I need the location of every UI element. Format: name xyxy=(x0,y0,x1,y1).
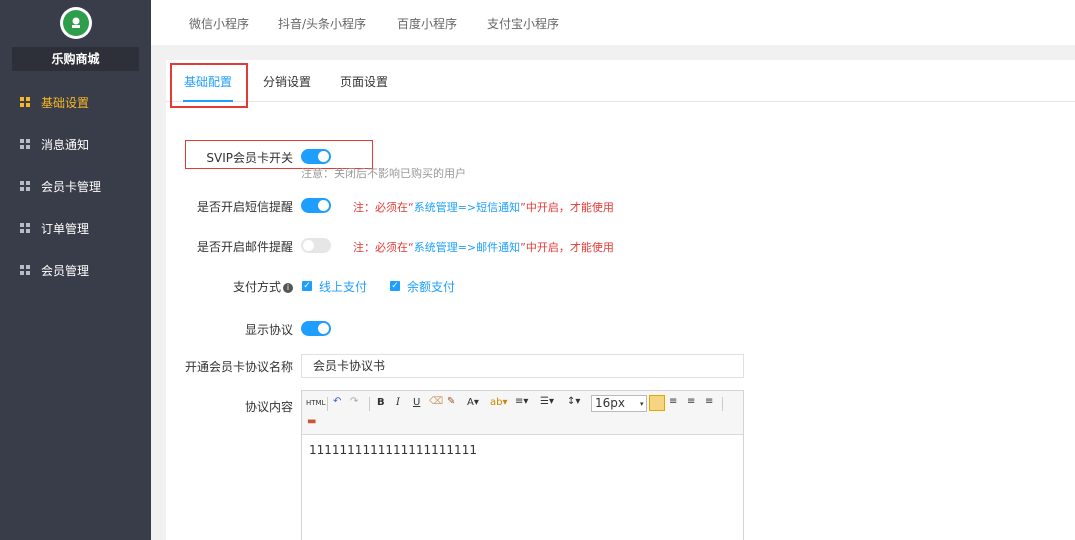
sidebar: 乐购商城 基础设置 消息通知 会员卡管理 订单管理 会员管理 xyxy=(0,0,151,540)
underline-icon[interactable]: U xyxy=(413,397,420,409)
grid-icon xyxy=(20,139,30,149)
balance-pay-label[interactable]: 余额支付 xyxy=(407,278,455,295)
sms-switch[interactable] xyxy=(301,198,331,213)
line-height-icon[interactable]: ↕▾ xyxy=(567,396,580,408)
tab-distribution[interactable]: 分销设置 xyxy=(263,73,311,90)
sidebar-item-basic-settings[interactable]: 基础设置 xyxy=(0,81,151,123)
unordered-list-icon[interactable]: ☰▾ xyxy=(540,396,554,408)
grid-icon xyxy=(20,97,30,107)
svip-switch[interactable] xyxy=(301,149,331,164)
agreement-name-label: 开通会员卡协议名称 xyxy=(184,360,293,374)
ordered-list-icon[interactable]: ≡▾ xyxy=(515,396,528,408)
agreement-content-label: 协议内容 xyxy=(244,400,293,414)
html-source-icon[interactable]: HTML xyxy=(306,397,325,409)
editor-toolbar: HTML ↶ ↷ B I U ⌫ ✎ A▾ ab▾ ≡▾ ☰▾ ↕▾ 16px … xyxy=(302,391,743,435)
image-icon[interactable]: ▬ xyxy=(307,416,316,428)
sidebar-item-members[interactable]: 会员管理 xyxy=(0,249,151,291)
balance-pay-checkbox[interactable]: ✓ xyxy=(390,281,400,291)
align-left-icon[interactable] xyxy=(649,395,665,411)
platform-tabs: 微信小程序 抖音/头条小程序 百度小程序 支付宝小程序 xyxy=(151,0,1075,45)
highlight-color-icon[interactable]: ab▾ xyxy=(490,397,508,409)
sms-switch-label: 是否开启短信提醒 xyxy=(196,200,293,214)
tab-douyin[interactable]: 抖音/头条小程序 xyxy=(278,15,366,32)
payment-label: 支付方式 i xyxy=(233,278,293,295)
sms-warning: 注：必须在“系统管理=>短信通知”中开启，才能使用 xyxy=(353,201,614,214)
info-icon[interactable]: i xyxy=(283,283,293,293)
font-size-select[interactable]: 16px xyxy=(591,395,647,412)
tab-baidu[interactable]: 百度小程序 xyxy=(397,15,457,32)
editor-content[interactable]: 1111111111111111111111 xyxy=(309,443,477,457)
align-right-icon[interactable]: ≡ xyxy=(687,396,695,408)
agreement-name-input[interactable]: 会员卡协议书 xyxy=(301,354,744,378)
sidebar-item-orders[interactable]: 订单管理 xyxy=(0,207,151,249)
mail-settings-link[interactable]: 系统管理=>邮件通知 xyxy=(414,241,520,254)
store-name: 乐购商城 xyxy=(12,47,139,71)
online-pay-checkbox[interactable]: ✓ xyxy=(302,281,312,291)
align-center-icon[interactable]: ≡ xyxy=(669,396,677,408)
shop-logo-icon xyxy=(72,17,80,28)
mail-switch[interactable] xyxy=(301,238,331,253)
sidebar-item-notifications[interactable]: 消息通知 xyxy=(0,123,151,165)
svip-hint: 注意：关闭后不影响已购买的用户 xyxy=(301,167,466,180)
svip-switch-label: SVIP会员卡开关 xyxy=(206,151,293,165)
grid-icon xyxy=(20,265,30,275)
format-brush-icon[interactable]: ✎ xyxy=(447,396,455,408)
bold-icon[interactable]: B xyxy=(377,397,385,409)
mail-warning: 注：必须在“系统管理=>邮件通知”中开启，才能使用 xyxy=(353,241,614,254)
undo-icon[interactable]: ↶ xyxy=(333,396,341,408)
italic-icon[interactable]: I xyxy=(396,397,400,409)
font-color-icon[interactable]: A▾ xyxy=(467,397,479,409)
sms-settings-link[interactable]: 系统管理=>短信通知 xyxy=(414,201,520,214)
highlight-box xyxy=(170,63,248,108)
grid-icon xyxy=(20,223,30,233)
align-justify-icon[interactable]: ≡ xyxy=(705,396,713,408)
tab-alipay[interactable]: 支付宝小程序 xyxy=(487,15,559,32)
eraser-icon[interactable]: ⌫ xyxy=(429,396,443,408)
agreement-show-switch[interactable] xyxy=(301,321,331,336)
rich-text-editor: HTML ↶ ↷ B I U ⌫ ✎ A▾ ab▾ ≡▾ ☰▾ ↕▾ 16px … xyxy=(301,390,744,540)
redo-icon[interactable]: ↷ xyxy=(350,396,358,408)
online-pay-label[interactable]: 线上支付 xyxy=(319,278,367,295)
settings-tabs: 基础配置 分销设置 页面设置 xyxy=(166,60,1075,102)
store-logo xyxy=(60,7,92,39)
chevron-down-icon[interactable]: ▾ xyxy=(640,398,644,410)
grid-icon xyxy=(20,181,30,191)
tab-wechat[interactable]: 微信小程序 xyxy=(189,15,249,32)
settings-card: 基础配置 分销设置 页面设置 SVIP会员卡开关 注意：关闭后不影响已购买的用户… xyxy=(166,60,1075,540)
mail-switch-label: 是否开启邮件提醒 xyxy=(196,240,293,254)
sidebar-item-member-cards[interactable]: 会员卡管理 xyxy=(0,165,151,207)
agreement-show-label: 显示协议 xyxy=(244,323,293,337)
tab-page-settings[interactable]: 页面设置 xyxy=(340,73,388,90)
